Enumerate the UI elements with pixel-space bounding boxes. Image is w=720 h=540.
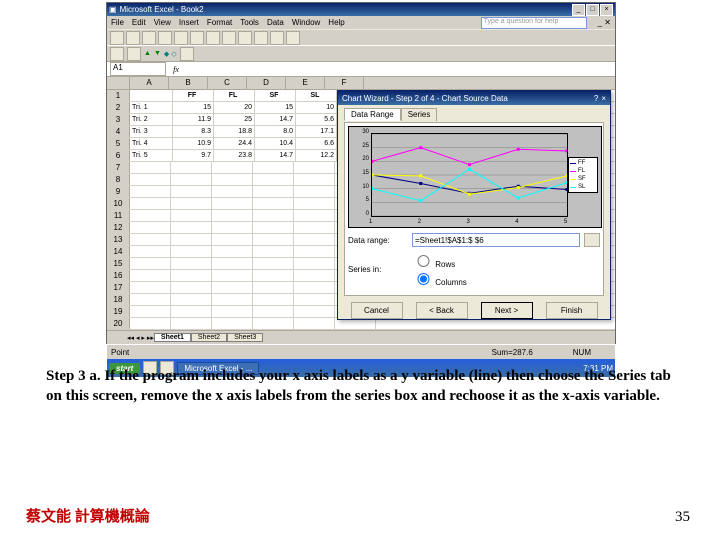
menu-bar: File Edit View Insert Format Tools Data …: [107, 16, 615, 30]
chart-wizard-icon[interactable]: [286, 31, 300, 45]
menu-window[interactable]: Window: [292, 18, 320, 27]
menu-help[interactable]: Help: [328, 18, 344, 27]
series-in-label: Series in:: [348, 265, 408, 274]
slide-footer-left: 蔡文能 計算機概論: [26, 505, 150, 526]
secondary-toolbar: ▲▼ ◆ ◇: [107, 46, 615, 62]
select-all[interactable]: [107, 77, 130, 89]
slide-caption: Step 3 a. If the program includes your x…: [46, 366, 674, 407]
col-a[interactable]: A: [130, 77, 169, 89]
menu-tools[interactable]: Tools: [240, 18, 259, 27]
undo-icon[interactable]: [238, 31, 252, 45]
menu-insert[interactable]: Insert: [179, 18, 199, 27]
minimize-button[interactable]: _: [572, 4, 585, 16]
dialog-close-icon[interactable]: ×: [601, 94, 606, 103]
save-icon[interactable]: [142, 31, 156, 45]
chart-wizard-dialog: Chart Wizard - Step 2 of 4 - Chart Sourc…: [337, 90, 611, 320]
excel-window: ▣ Microsoft Excel - Book2 _ □ × File Edi…: [106, 2, 616, 344]
maximize-button[interactable]: □: [586, 4, 599, 16]
help-search[interactable]: Type a question for help: [481, 17, 587, 29]
menu-format[interactable]: Format: [207, 18, 232, 27]
new-icon[interactable]: [110, 31, 124, 45]
col-e[interactable]: E: [286, 77, 325, 89]
sheet-tab-1[interactable]: Sheet1: [154, 333, 191, 342]
tool-icon[interactable]: [110, 47, 124, 61]
copy-icon[interactable]: [206, 31, 220, 45]
app-title: Microsoft Excel - Book2: [120, 5, 204, 14]
data-range-label: Data range:: [348, 236, 408, 245]
preview-icon[interactable]: [174, 31, 188, 45]
menu-view[interactable]: View: [154, 18, 171, 27]
standard-toolbar: [107, 30, 615, 46]
dialog-help-icon[interactable]: ?: [594, 94, 598, 103]
data-range-input[interactable]: [412, 233, 580, 247]
slide-number: 35: [675, 509, 690, 526]
radio-columns[interactable]: Columns: [412, 270, 472, 287]
paste-icon[interactable]: [222, 31, 236, 45]
range-selector-icon[interactable]: [584, 233, 600, 247]
dialog-titlebar: Chart Wizard - Step 2 of 4 - Chart Sourc…: [338, 91, 610, 105]
name-box[interactable]: A1: [110, 62, 166, 76]
print-icon[interactable]: [158, 31, 172, 45]
finish-button[interactable]: Finish: [546, 302, 598, 319]
sheet-tab-2[interactable]: Sheet2: [191, 333, 227, 342]
tab-data-range[interactable]: Data Range: [344, 108, 401, 121]
next-button[interactable]: Next >: [481, 302, 533, 319]
status-bar: Point Sum=287.6 NUM: [107, 344, 615, 359]
tool-icon[interactable]: [180, 47, 194, 61]
sheet-tabs: ◂◂ ◂ ▸ ▸▸ Sheet1 Sheet2 Sheet3: [107, 330, 615, 344]
menu-data[interactable]: Data: [267, 18, 284, 27]
cut-icon[interactable]: [190, 31, 204, 45]
fx-label[interactable]: fx: [169, 65, 183, 74]
status-numlock: NUM: [573, 348, 591, 357]
open-icon[interactable]: [126, 31, 140, 45]
tool-icon[interactable]: [127, 47, 141, 61]
menu-file[interactable]: File: [111, 18, 124, 27]
radio-rows[interactable]: Rows: [412, 252, 472, 269]
sort-icon[interactable]: [270, 31, 284, 45]
redo-icon[interactable]: [254, 31, 268, 45]
status-sum: Sum=287.6: [492, 348, 533, 357]
status-mode: Point: [111, 348, 129, 357]
chart-legend: FFFLSFSL: [568, 157, 598, 193]
back-button[interactable]: < Back: [416, 302, 468, 319]
column-headers: A B C D E F: [107, 77, 615, 90]
app-icon: ▣: [109, 5, 117, 14]
col-b[interactable]: B: [169, 77, 208, 89]
col-d[interactable]: D: [247, 77, 286, 89]
cancel-button[interactable]: Cancel: [351, 302, 403, 319]
dialog-title: Chart Wizard - Step 2 of 4 - Chart Sourc…: [342, 94, 508, 103]
sheet-tab-3[interactable]: Sheet3: [227, 333, 263, 342]
close-button[interactable]: ×: [600, 4, 613, 16]
menu-edit[interactable]: Edit: [132, 18, 146, 27]
col-f[interactable]: F: [325, 77, 364, 89]
title-bar: ▣ Microsoft Excel - Book2 _ □ ×: [107, 3, 615, 16]
chart-preview: FFFLSFSL 05101520253012345: [348, 126, 602, 228]
tab-series[interactable]: Series: [401, 108, 438, 121]
spreadsheet-grid[interactable]: 1FFFLSFSL2Tri. 1152015103Tri. 211.92514.…: [107, 90, 615, 330]
col-c[interactable]: C: [208, 77, 247, 89]
formula-bar: A1 fx: [107, 62, 615, 77]
